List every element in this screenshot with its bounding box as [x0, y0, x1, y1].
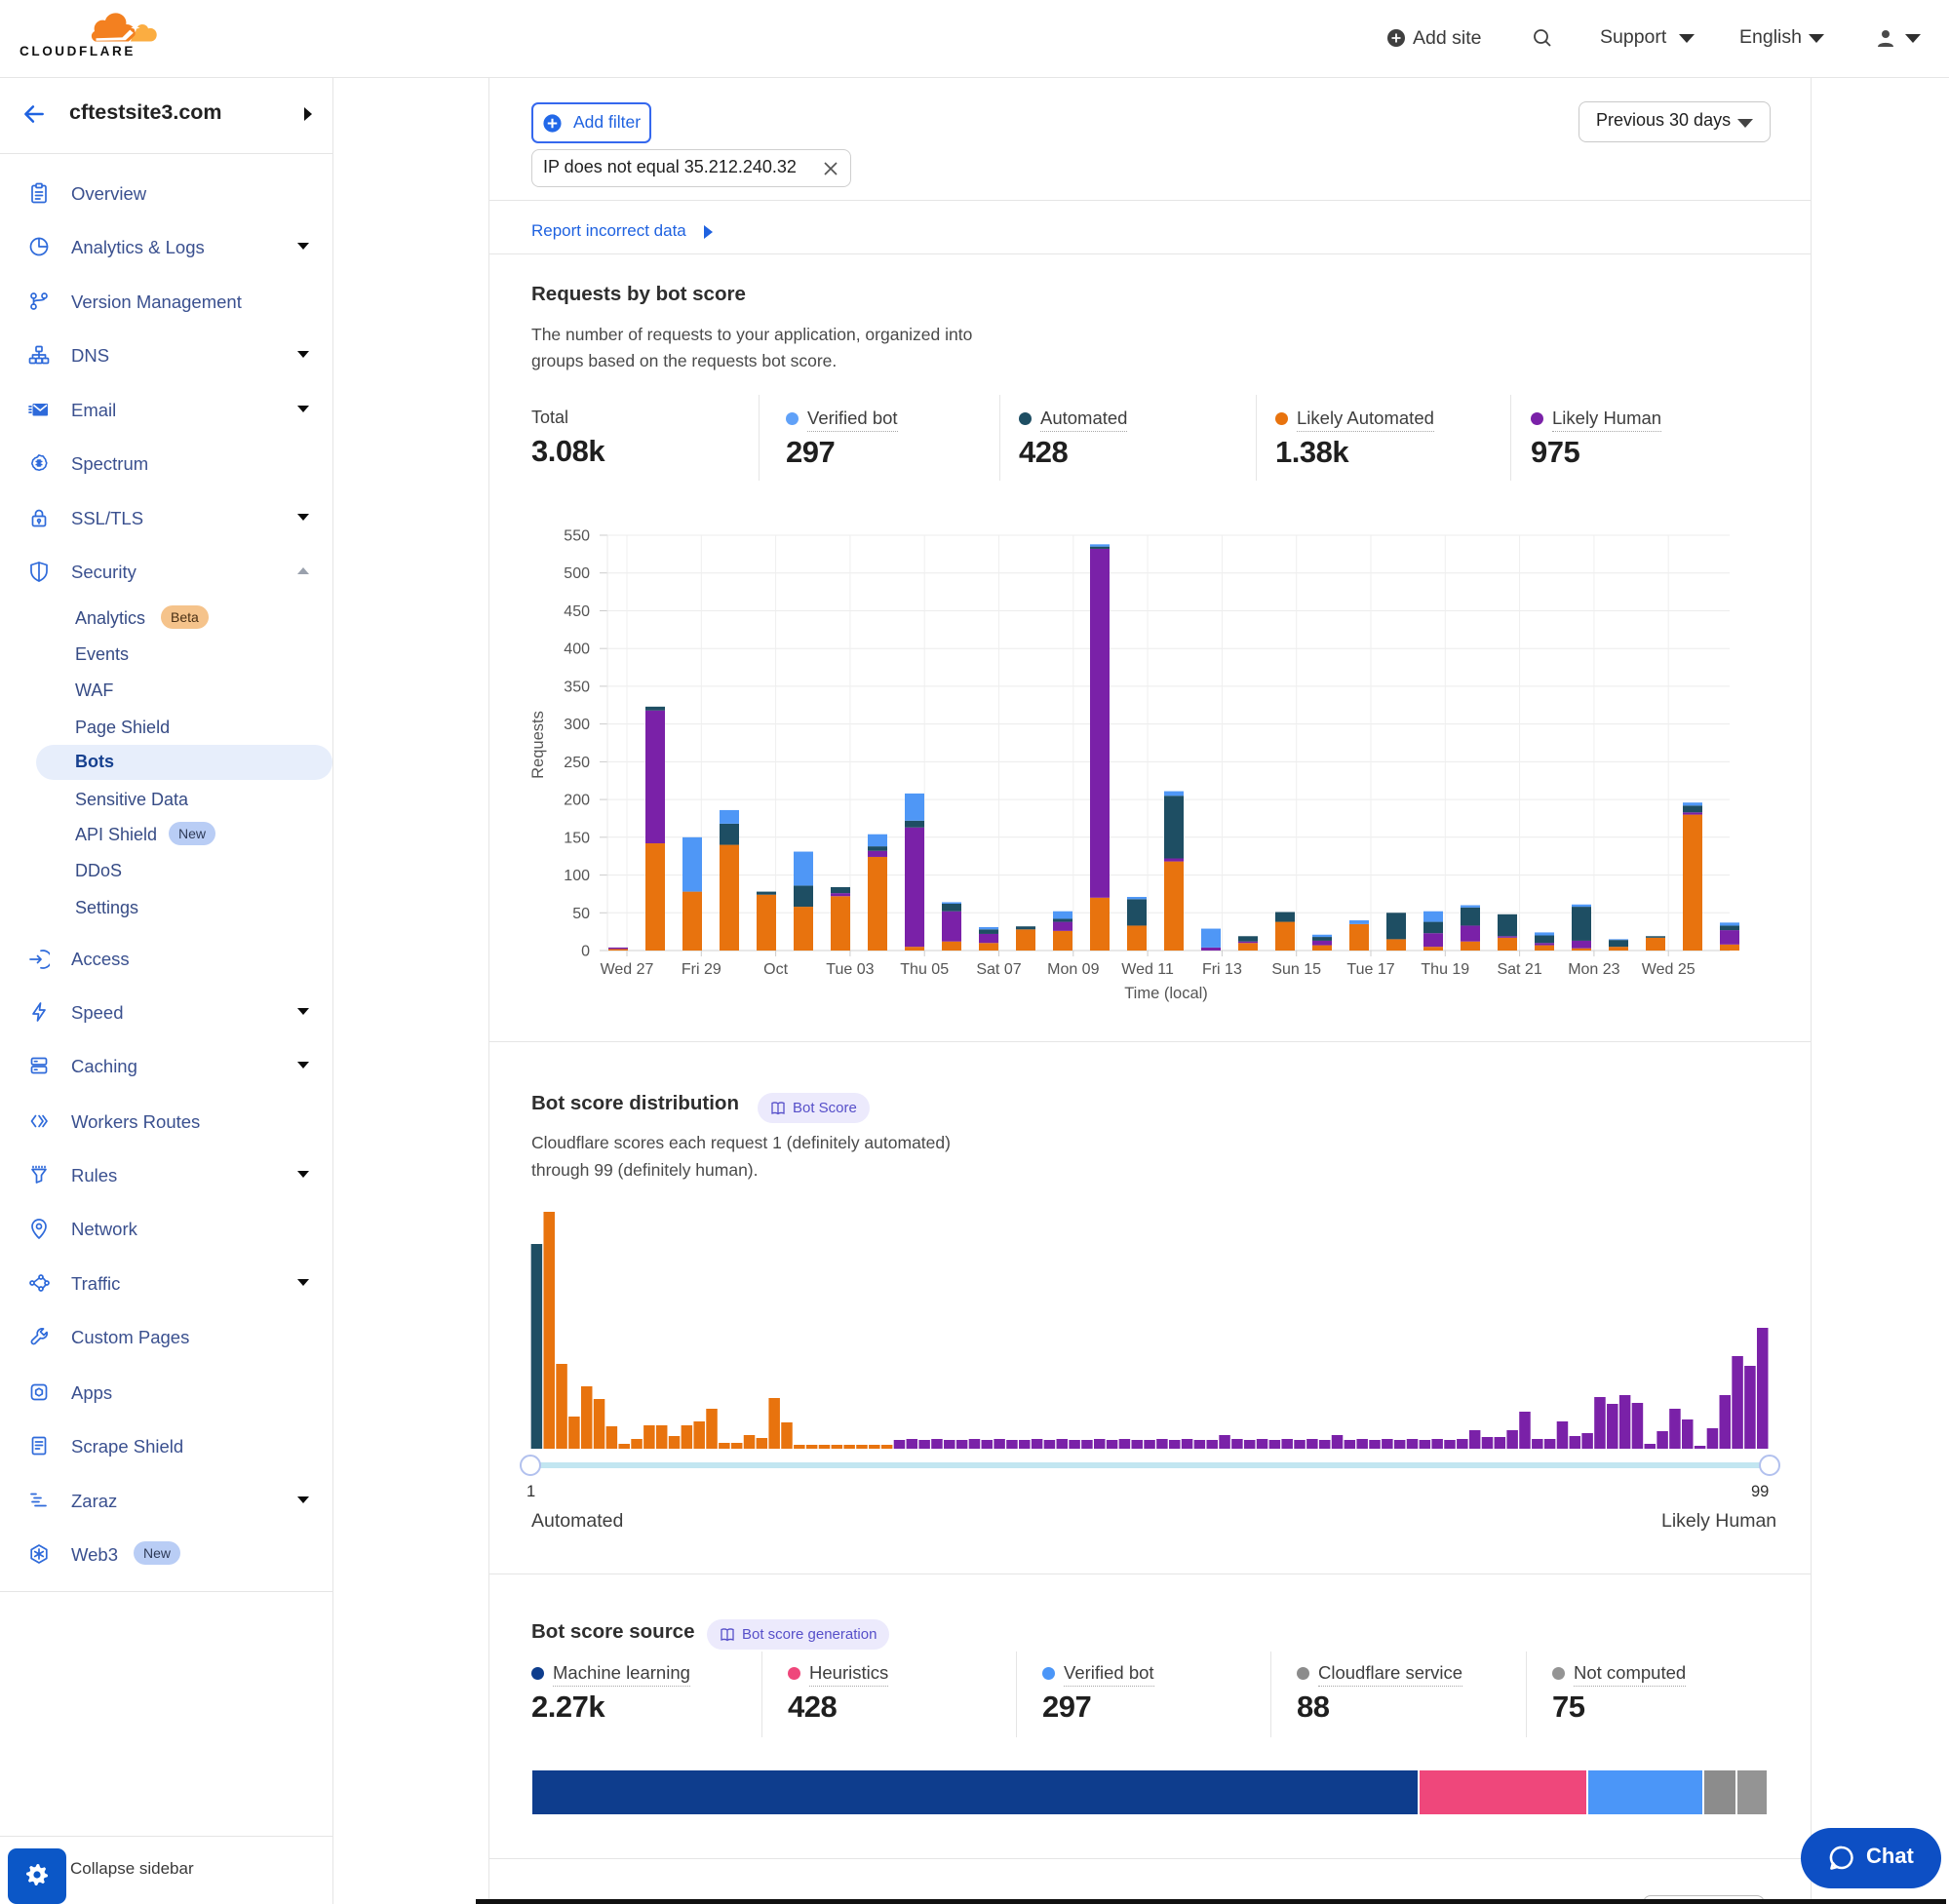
svg-text:Time (local): Time (local)	[1124, 985, 1208, 1002]
svg-text:50: 50	[572, 906, 590, 922]
svg-text:Mon 23: Mon 23	[1568, 961, 1619, 978]
svg-text:Oct: Oct	[763, 961, 788, 978]
svg-text:0: 0	[581, 944, 590, 960]
svg-text:Sun 15: Sun 15	[1271, 961, 1321, 978]
svg-text:Tue 17: Tue 17	[1346, 961, 1394, 978]
svg-text:350: 350	[564, 679, 590, 695]
svg-text:200: 200	[564, 793, 590, 809]
svg-text:250: 250	[564, 755, 590, 771]
svg-text:Sat 07: Sat 07	[976, 961, 1021, 978]
svg-text:450: 450	[564, 603, 590, 620]
svg-text:Fri 29: Fri 29	[682, 961, 721, 978]
svg-text:Wed 25: Wed 25	[1642, 961, 1696, 978]
svg-text:Mon 09: Mon 09	[1047, 961, 1099, 978]
svg-text:150: 150	[564, 830, 590, 846]
svg-text:550: 550	[564, 528, 590, 545]
svg-text:400: 400	[564, 641, 590, 658]
svg-text:Wed 27: Wed 27	[601, 961, 654, 978]
svg-text:300: 300	[564, 717, 590, 733]
svg-text:500: 500	[564, 565, 590, 582]
svg-text:Sat 21: Sat 21	[1497, 961, 1541, 978]
svg-text:Fri 13: Fri 13	[1202, 961, 1242, 978]
svg-text:Tue 03: Tue 03	[826, 961, 874, 978]
svg-text:Thu 19: Thu 19	[1421, 961, 1469, 978]
svg-text:Wed 11: Wed 11	[1121, 961, 1174, 978]
svg-text:100: 100	[564, 868, 590, 884]
svg-text:Requests: Requests	[529, 711, 547, 779]
svg-text:Thu 05: Thu 05	[900, 961, 949, 978]
